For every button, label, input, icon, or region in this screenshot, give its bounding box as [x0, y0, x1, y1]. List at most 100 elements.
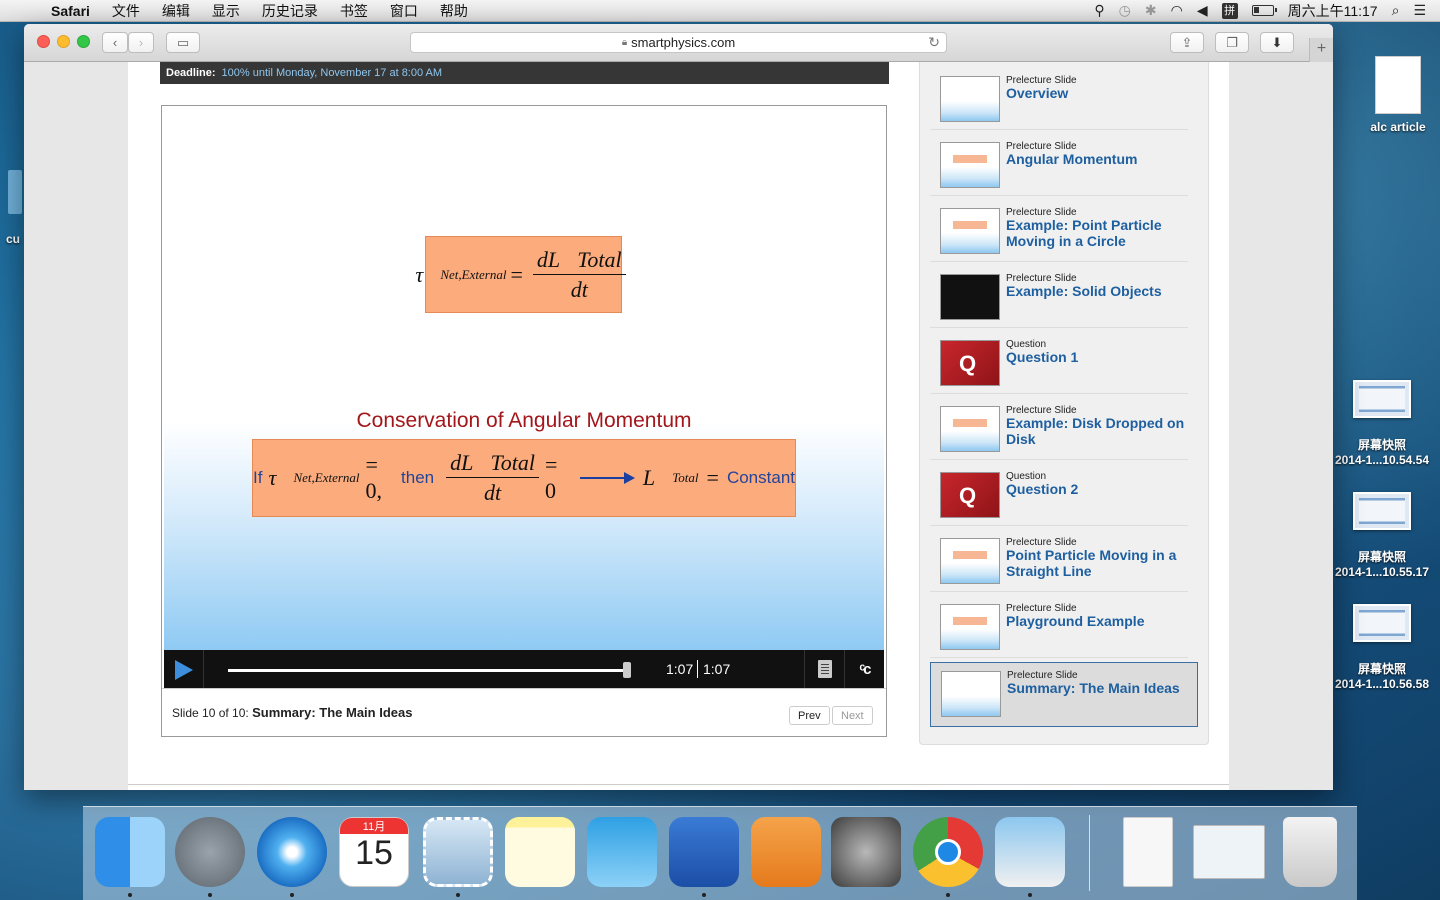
menu-window[interactable]: 窗口: [379, 1, 429, 21]
calendar-month: 11月: [340, 818, 408, 834]
desktop-file-alc-article[interactable]: alc article: [1360, 56, 1436, 134]
wifi-icon[interactable]: ◠: [1171, 2, 1183, 19]
new-tab-button[interactable]: +: [1309, 38, 1333, 62]
eq2-L-subscript: Total: [672, 470, 699, 485]
finder-icon[interactable]: [95, 817, 165, 887]
folder-icon: [8, 170, 22, 214]
spotlight-icon[interactable]: ⌕: [1392, 2, 1400, 19]
downloads-stack-icon[interactable]: [1193, 825, 1265, 879]
page-body: Deadline: 100% until Monday, November 17…: [128, 62, 1229, 790]
eq2-equals: =: [706, 465, 719, 490]
mail-stamp-icon[interactable]: [423, 817, 493, 887]
desktop-screenshot-3[interactable]: 屏幕快照 2014-1...10.56.58: [1330, 604, 1434, 691]
eq1-subscript: Net,External: [440, 266, 507, 282]
calendar-icon[interactable]: 11月 15: [339, 817, 409, 887]
desktop-file-label: cu: [6, 232, 21, 246]
player-controls: 1:07 1:07 ᶜc: [164, 650, 884, 688]
slide-list-item[interactable]: Question Question 1: [930, 332, 1188, 394]
eq2-denominator: dt: [483, 480, 502, 505]
question-thumbnail-icon: [940, 340, 1000, 386]
calendar-day: 15: [355, 834, 393, 872]
slide-list-item[interactable]: Prelecture Slide Overview: [930, 68, 1188, 130]
progress-track[interactable]: [228, 669, 628, 672]
desktop-screenshot-2[interactable]: 屏幕快照 2014-1...10.55.17: [1330, 492, 1434, 579]
forward-button[interactable]: ›: [128, 32, 154, 53]
trash-icon[interactable]: [1283, 817, 1337, 887]
slide-list-item[interactable]: Prelecture Slide Example: Disk Dropped o…: [930, 398, 1188, 460]
document-stack-icon[interactable]: [1123, 817, 1173, 887]
current-time: 1:07: [666, 661, 694, 677]
closed-captions-button[interactable]: ᶜc: [844, 650, 884, 688]
slide-list-item[interactable]: Prelecture Slide Example: Solid Objects: [930, 266, 1188, 328]
menu-edit[interactable]: 编辑: [151, 1, 201, 21]
address-bar[interactable]: 🔒︎ smartphysics.com ↻: [410, 32, 947, 53]
eq2-if: If: [253, 468, 263, 487]
slide-item-title: Angular Momentum: [1006, 151, 1138, 167]
pages-icon[interactable]: [751, 817, 821, 887]
closed-captions-icon: ᶜc: [859, 660, 871, 678]
notification-center-icon[interactable]: ☰: [1413, 2, 1426, 19]
desktop-file-sublabel: 2014-1...10.56.58: [1334, 677, 1430, 691]
close-window-button[interactable]: [37, 35, 50, 48]
slide-thumbnail: [941, 671, 1001, 717]
notes-icon[interactable]: [505, 817, 575, 887]
slide-thumbnail: [940, 274, 1000, 320]
time-machine-icon[interactable]: ◷: [1119, 2, 1131, 19]
slide-list-item[interactable]: Prelecture Slide Example: Point Particle…: [930, 200, 1188, 262]
menu-help[interactable]: 帮助: [429, 1, 479, 21]
menu-clock[interactable]: 周六上午11:17: [1288, 1, 1378, 21]
volume-icon[interactable]: ◀: [1197, 2, 1208, 19]
progress-handle[interactable]: [623, 662, 631, 678]
transcript-button[interactable]: [804, 650, 844, 688]
screenshot-thumbnail-icon: [1353, 492, 1411, 530]
menu-app-safari[interactable]: Safari: [40, 3, 101, 19]
dictionary-icon[interactable]: [669, 817, 739, 887]
slide-list-item[interactable]: Prelecture Slide Playground Example: [930, 596, 1188, 658]
safari-dock-icon[interactable]: [257, 817, 327, 887]
slide-list-item[interactable]: Prelecture Slide Point Particle Moving i…: [930, 530, 1188, 592]
eq2-equals-zero: = 0,: [365, 452, 383, 503]
slide-item-title: Question 1: [1006, 349, 1079, 365]
photo-booth-icon[interactable]: [587, 817, 657, 887]
running-indicator: [702, 893, 706, 897]
prev-button[interactable]: Prev: [789, 706, 830, 725]
zoom-window-button[interactable]: [77, 35, 90, 48]
document-icon: [1375, 56, 1421, 114]
slide-item-title: Question 2: [1006, 481, 1079, 497]
duration-time: 1:07: [703, 661, 731, 677]
battery-icon[interactable]: [1251, 5, 1277, 16]
preview-icon[interactable]: [995, 817, 1065, 887]
menu-history[interactable]: 历史记录: [251, 1, 329, 21]
magnifier-status-icon[interactable]: ⚲: [1094, 2, 1104, 19]
back-button[interactable]: ‹: [102, 32, 128, 53]
menu-bar: Safari 文件 编辑 显示 历史记录 书签 窗口 帮助 ⚲ ◷ ✱ ◠ ◀ …: [0, 0, 1440, 22]
downloads-icon[interactable]: ⬇: [1260, 32, 1294, 53]
tabs-overview-icon[interactable]: ❐: [1215, 32, 1249, 53]
next-button[interactable]: Next: [832, 706, 873, 725]
menu-file[interactable]: 文件: [101, 1, 151, 21]
minimize-window-button[interactable]: [57, 35, 70, 48]
slide-thumbnail: [940, 142, 1000, 188]
screenshot-thumbnail-icon: [1353, 380, 1411, 418]
slide-list-item-active[interactable]: Prelecture Slide Summary: The Main Ideas: [930, 662, 1198, 727]
input-method-icon[interactable]: 拼: [1221, 2, 1238, 19]
desktop-partial-icon[interactable]: cu: [0, 170, 24, 246]
reload-icon[interactable]: ↻: [928, 34, 940, 51]
slide-list-item[interactable]: Question Question 2: [930, 464, 1188, 526]
slide-item-title: Point Particle Moving in a Straight Line: [1006, 547, 1177, 579]
system-preferences-icon[interactable]: [831, 817, 901, 887]
chrome-icon[interactable]: [913, 817, 983, 887]
eq2-equals-zero-2: = 0: [544, 452, 558, 503]
slide-item-title: Overview: [1006, 85, 1069, 101]
slide-list-item[interactable]: Prelecture Slide Angular Momentum: [930, 134, 1188, 196]
bluetooth-icon[interactable]: ✱: [1145, 2, 1157, 19]
launchpad-icon[interactable]: [175, 817, 245, 887]
menu-view[interactable]: 显示: [201, 1, 251, 21]
menu-bookmarks[interactable]: 书签: [329, 1, 379, 21]
desktop-screenshot-1[interactable]: 屏幕快照 2014-1...10.54.54: [1330, 380, 1434, 467]
eq2-numerator: dL⃗Total: [446, 450, 539, 478]
eq1-numerator: dL⃗Total: [532, 247, 626, 275]
share-icon[interactable]: ⇪: [1170, 32, 1204, 53]
play-button[interactable]: [164, 650, 204, 688]
sidebar-toggle-icon[interactable]: ▭: [166, 32, 200, 53]
